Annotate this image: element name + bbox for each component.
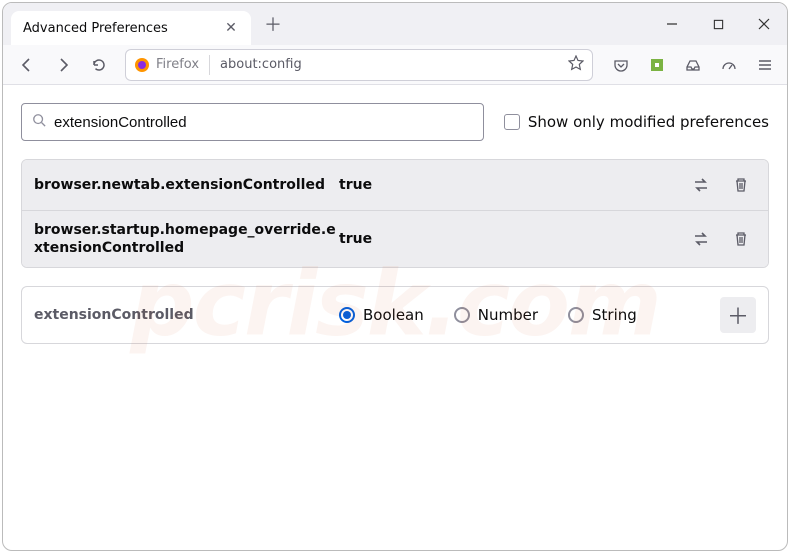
delete-button[interactable] [726, 224, 756, 254]
new-pref-row: extensionControlled Boolean Number Strin… [21, 286, 769, 344]
search-input[interactable] [54, 114, 473, 131]
pref-value: true [339, 177, 686, 193]
new-tab-button[interactable]: ＋ [259, 10, 287, 38]
type-radio-group: Boolean Number String [339, 306, 720, 324]
delete-button[interactable] [726, 170, 756, 200]
gauge-icon[interactable] [715, 51, 743, 79]
content: Show only modified preferences browser.n… [3, 85, 787, 344]
pref-table: browser.newtab.extensionControlled true … [21, 159, 769, 268]
url-bar[interactable]: Firefox about:config [125, 49, 593, 81]
extension-icon[interactable] [643, 51, 671, 79]
urlbar-separator [209, 55, 210, 75]
radio-label: Number [478, 306, 538, 324]
toggle-button[interactable] [686, 224, 716, 254]
radio-label: String [592, 306, 637, 324]
window-controls [649, 3, 787, 45]
tab-title: Advanced Preferences [23, 21, 223, 36]
pocket-icon[interactable] [607, 51, 635, 79]
radio-icon [339, 307, 355, 323]
minimize-button[interactable] [649, 3, 695, 45]
radio-number[interactable]: Number [454, 306, 538, 324]
toolbar: Firefox about:config [3, 45, 787, 85]
close-window-button[interactable] [741, 3, 787, 45]
toggle-button[interactable] [686, 170, 716, 200]
firefox-icon [134, 57, 150, 73]
back-button[interactable] [11, 49, 43, 81]
maximize-button[interactable] [695, 3, 741, 45]
show-only-modified-checkbox[interactable]: Show only modified preferences [504, 113, 769, 131]
radio-icon [454, 307, 470, 323]
radio-string[interactable]: String [568, 306, 637, 324]
pref-value: true [339, 231, 686, 247]
toolbar-icons [607, 51, 779, 79]
search-row: Show only modified preferences [21, 103, 769, 141]
add-pref-button[interactable]: ＋ [720, 297, 756, 333]
search-box[interactable] [21, 103, 484, 141]
pref-row: browser.newtab.extensionControlled true [22, 160, 768, 211]
forward-button[interactable] [47, 49, 79, 81]
brand-label: Firefox [156, 57, 199, 72]
menu-icon[interactable] [751, 51, 779, 79]
pref-actions [686, 170, 756, 200]
bookmark-star-icon[interactable] [568, 55, 584, 75]
titlebar: Advanced Preferences ✕ ＋ [3, 3, 787, 45]
checkbox-icon [504, 114, 520, 130]
show-only-label: Show only modified preferences [528, 113, 769, 131]
pref-name: browser.newtab.extensionControlled [34, 176, 339, 194]
inbox-icon[interactable] [679, 51, 707, 79]
radio-icon [568, 307, 584, 323]
reload-button[interactable] [83, 49, 115, 81]
pref-name: browser.startup.homepage_override.extens… [34, 221, 339, 257]
radio-label: Boolean [363, 306, 424, 324]
new-pref-name: extensionControlled [34, 306, 339, 324]
close-tab-icon[interactable]: ✕ [223, 20, 239, 36]
firefox-brand: Firefox [134, 57, 199, 73]
url-text: about:config [220, 57, 302, 72]
browser-tab[interactable]: Advanced Preferences ✕ [11, 11, 251, 45]
search-icon [32, 113, 46, 131]
pref-row: browser.startup.homepage_override.extens… [22, 211, 768, 267]
pref-actions [686, 224, 756, 254]
window: Advanced Preferences ✕ ＋ [2, 2, 788, 551]
radio-boolean[interactable]: Boolean [339, 306, 424, 324]
